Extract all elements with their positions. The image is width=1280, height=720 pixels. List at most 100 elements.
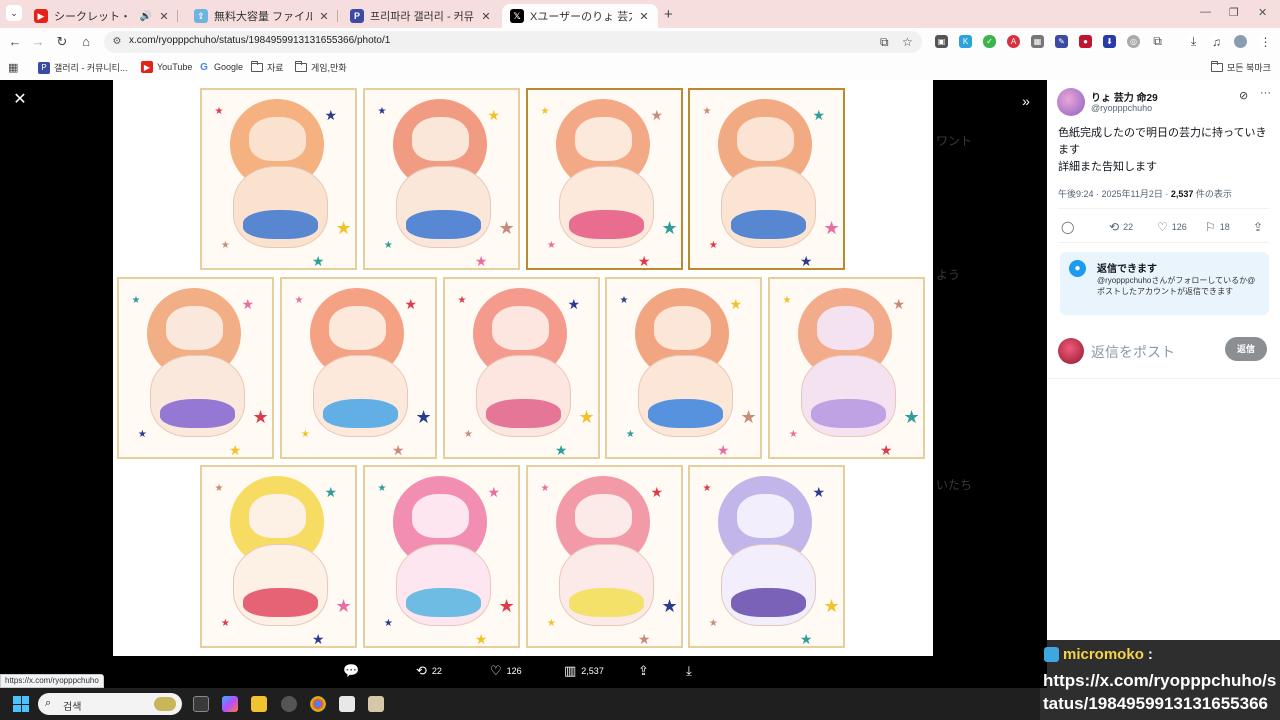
reply-input[interactable]: 返信をポスト xyxy=(1091,342,1175,362)
star-decoration: ★ xyxy=(220,618,230,630)
tab-file-transfer[interactable]: ⇪ 無料大容量 ファイル転送サービス ✕ xyxy=(186,4,338,28)
like-button[interactable]: ♡ 126 xyxy=(490,664,522,677)
copilot-icon[interactable] xyxy=(222,696,238,712)
reply-button[interactable]: 💬 xyxy=(343,664,359,677)
star-decoration: ★ xyxy=(782,294,792,306)
character-outfit xyxy=(242,210,319,240)
bookmark-star-icon[interactable]: ☆ xyxy=(902,35,913,49)
restore-icon[interactable]: ❐ xyxy=(1229,6,1239,19)
task-view-icon[interactable] xyxy=(193,696,209,712)
download-helper-icon[interactable]: ⬇ xyxy=(1103,35,1116,48)
all-bookmarks-label: 모든 북마크 xyxy=(1227,63,1271,73)
close-icon[interactable]: ✕ xyxy=(318,10,330,23)
grok-icon[interactable]: ⊘ xyxy=(1239,89,1248,102)
tab-gallery[interactable]: P 프리파라 갤러리 - 커뮤니티 포털 ✕ xyxy=(342,4,500,28)
retweet-count: 22 xyxy=(431,665,442,676)
new-tab-icon[interactable]: + xyxy=(664,6,673,23)
character-face xyxy=(249,117,306,161)
puzzle-icon[interactable]: ⧉ xyxy=(1151,34,1164,48)
star-decoration: ★ xyxy=(708,240,718,252)
toolbar: ← → ↻ ⌂ ⚙ x.com/ryopppchuho/status/19849… xyxy=(0,28,1280,56)
download-icon[interactable]: ⤓ xyxy=(1187,34,1200,48)
apps-icon[interactable]: ▦ xyxy=(8,61,18,74)
star-decoration: ★ xyxy=(214,482,224,494)
bookmark-youtube[interactable]: ▶ YouTube xyxy=(141,61,192,73)
star-decoration: ★ xyxy=(241,296,255,313)
window-close-icon[interactable]: ✕ xyxy=(1258,6,1267,19)
like-button[interactable]: ♡ 126 xyxy=(1157,220,1187,234)
menu-dots-icon[interactable]: ⋮ xyxy=(1259,35,1272,49)
app-icon[interactable] xyxy=(281,696,297,712)
extension-icon[interactable]: ▦ xyxy=(1031,35,1044,48)
author-name[interactable]: りょ 芸力 命29 xyxy=(1091,89,1158,104)
share-button[interactable]: ⇪ xyxy=(638,664,649,677)
all-bookmarks[interactable]: 모든 북마크 xyxy=(1211,61,1271,74)
tab-title: 無料大容量 ファイル転送サービス xyxy=(214,11,312,23)
extension-icon[interactable]: ▣ xyxy=(935,35,948,48)
bookmark-folder-data[interactable]: 자료 xyxy=(251,61,284,74)
bookmark-label: Google xyxy=(214,62,244,72)
author-avatar[interactable] xyxy=(1057,88,1085,116)
retweet-button[interactable]: ⟲ 22 xyxy=(416,664,442,677)
character-face xyxy=(329,306,386,350)
shield-icon[interactable]: ✓ xyxy=(983,35,996,48)
bookmark-folder-games[interactable]: 게임,만화 xyxy=(295,61,347,74)
extension-icon[interactable]: ◎ xyxy=(1127,35,1140,48)
install-app-icon[interactable]: ⧉ xyxy=(880,35,889,50)
retweet-button[interactable]: ⟲ 22 xyxy=(1109,220,1133,234)
windows-start-icon[interactable] xyxy=(13,696,29,712)
character-face xyxy=(412,117,469,161)
forward-icon[interactable]: → xyxy=(30,34,46,50)
author-handle[interactable]: @ryopppchuho xyxy=(1091,103,1152,113)
url-text[interactable]: x.com/ryopppchuho/status/198495991313165… xyxy=(129,35,390,46)
site-info-icon[interactable]: ⚙ xyxy=(111,36,123,48)
home-icon[interactable]: ⌂ xyxy=(78,34,94,50)
back-icon[interactable]: ← xyxy=(7,34,23,50)
stream-overlay: micromoko : https://x.com/ryopppchuho/st… xyxy=(1040,640,1280,720)
taskbar-search[interactable]: ⌕ 검색 xyxy=(38,693,182,715)
star-decoration: ★ xyxy=(625,429,635,441)
file-explorer-icon[interactable] xyxy=(251,696,267,712)
profile-avatar[interactable] xyxy=(1234,35,1247,48)
chrome-icon[interactable] xyxy=(310,696,326,712)
share-button[interactable]: ⇪ xyxy=(1253,220,1263,234)
bookmark-button[interactable]: ⚐ 18 xyxy=(1205,220,1230,234)
audio-icon[interactable]: 🔊 xyxy=(140,11,152,22)
download-button[interactable]: ⤓ xyxy=(686,664,692,677)
close-icon[interactable]: ✕ xyxy=(480,10,492,23)
reload-icon[interactable]: ↻ xyxy=(54,34,70,50)
star-decoration: ★ xyxy=(335,218,352,239)
photo-image[interactable]: ★ ★ ★ ★ ★ ★ ★ ★ ★ ★ ★ ★ ★ ★ ★ ★ ★ ★ ★ ★ ★ ★ ★ ★ ★ ★ ★ ★ ★ ★ ★ ★ ★ ★ ★ ★ ★ ★ ★ ★… xyxy=(113,80,933,656)
overlay-name: micromoko xyxy=(1063,646,1144,663)
star-decoration: ★ xyxy=(311,252,325,269)
reply-button[interactable]: ◯ xyxy=(1061,220,1074,234)
minimize-icon[interactable]: — xyxy=(1200,6,1211,18)
app-icon[interactable] xyxy=(368,696,384,712)
star-decoration: ★ xyxy=(740,407,757,428)
share-icon: ⇪ xyxy=(638,663,649,678)
star-decoration: ★ xyxy=(335,595,352,616)
tab-search-icon[interactable]: ⌄ xyxy=(6,5,22,21)
bookmark-gallery[interactable]: P 갤러리 - 커뮤니티... xyxy=(38,61,127,74)
star-decoration: ★ xyxy=(546,240,556,252)
close-icon[interactable]: ✕ xyxy=(638,10,650,23)
close-icon[interactable]: ✕ xyxy=(158,10,170,23)
media-control-icon[interactable]: ♫ xyxy=(1210,35,1223,49)
expand-panel-icon[interactable]: » xyxy=(1016,91,1036,111)
reply-submit-button[interactable]: 返信 xyxy=(1225,337,1267,361)
search-highlight-icon xyxy=(154,697,176,711)
views-button[interactable]: ▥ 2,537 xyxy=(564,664,604,677)
extension-icon[interactable]: ✎ xyxy=(1055,35,1068,48)
extension-icon[interactable]: K xyxy=(959,35,972,48)
star-decoration: ★ xyxy=(716,441,730,458)
tab-x-active[interactable]: 𝕏 Xユーザーのりょ 芸力 命29さん ✕ xyxy=(502,4,658,28)
bookmark-google[interactable]: G Google xyxy=(198,61,243,73)
more-icon[interactable]: ··· xyxy=(1260,87,1271,99)
close-icon[interactable]: ✕ xyxy=(10,90,30,110)
tweet-timestamp[interactable]: 午後9:24 · 2025年11月2日 · xyxy=(1058,189,1171,199)
app-icon[interactable] xyxy=(339,696,355,712)
tab-youtube[interactable]: ▶ シークレット・ドリーム - YouTube 🔊 ✕ xyxy=(26,4,178,28)
adblock-icon[interactable]: A xyxy=(1007,35,1020,48)
address-bar[interactable]: ⚙ x.com/ryopppchuho/status/1984959913131… xyxy=(104,31,922,53)
extension-icon[interactable]: ● xyxy=(1079,35,1092,48)
